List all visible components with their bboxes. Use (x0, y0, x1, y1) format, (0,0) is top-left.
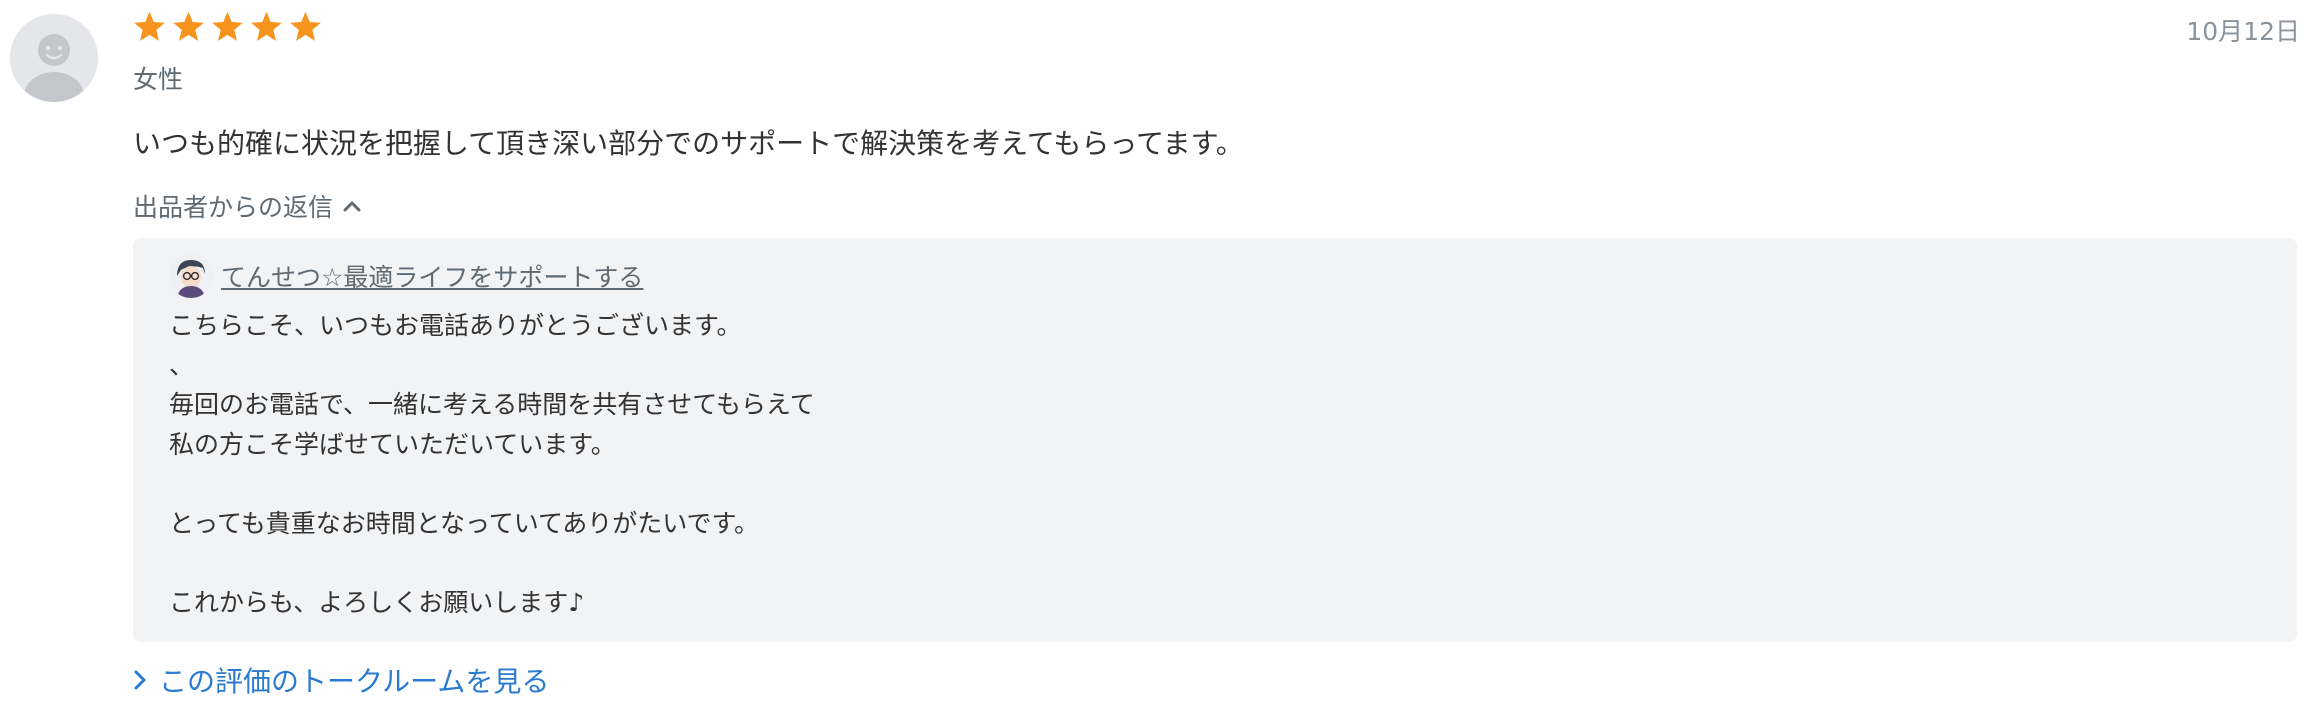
review-date: 10月12日 (2186, 17, 2300, 46)
reply-text: こちらこそ、いつもお電話ありがとうございます。 、 毎回のお電話で、一緒に考える… (169, 306, 815, 622)
star-icon (132, 10, 167, 44)
chevron-up-icon (343, 200, 361, 212)
reply-line: 私の方こそ学ばせていただいています。 (169, 429, 616, 459)
star-icon (249, 10, 284, 44)
seller-reply: てんせつ☆最適ライフをサポートする こちらこそ、いつもお電話ありがとうございます… (133, 238, 2297, 642)
reply-line: これからも、よろしくお願いします♪ (169, 587, 585, 617)
seller-info: てんせつ☆最適ライフをサポートする (169, 254, 643, 298)
reply-toggle-button[interactable]: 出品者からの返信 (133, 188, 361, 224)
reply-line: こちらこそ、いつもお電話ありがとうございます。 (169, 311, 742, 340)
reply-line (169, 543, 815, 583)
reviewer-gender: 女性 (133, 65, 184, 94)
star-icon (288, 10, 323, 44)
star-icon (210, 10, 245, 44)
talkroom-link[interactable]: この評価のトークルームを見る (133, 660, 549, 700)
review-item: 10月12日 女性 いつも的確に状況を把握して頂き深い部分でのサポートで解決策を… (0, 0, 2314, 709)
chevron-right-icon (133, 669, 147, 691)
reply-line: とっても貴重なお時間となっていてありがたいです。 (169, 508, 760, 538)
talkroom-link-label: この評価のトークルームを見る (159, 665, 550, 698)
seller-name-link[interactable]: てんせつ☆最適ライフをサポートする (221, 258, 643, 294)
star-rating (132, 10, 323, 44)
reviewer-avatar-icon (10, 14, 98, 102)
reply-line (169, 464, 815, 504)
star-icon (171, 10, 206, 44)
seller-avatar-icon[interactable] (169, 254, 213, 298)
review-text: いつも的確に状況を把握して頂き深い部分でのサポートで解決策を考えてもらってます。 (133, 127, 1244, 160)
reply-line: 、 (169, 350, 195, 380)
reply-toggle-label: 出品者からの返信 (133, 193, 334, 222)
reply-line: 毎回のお電話で、一緒に考える時間を共有させてもらえて (169, 390, 815, 419)
